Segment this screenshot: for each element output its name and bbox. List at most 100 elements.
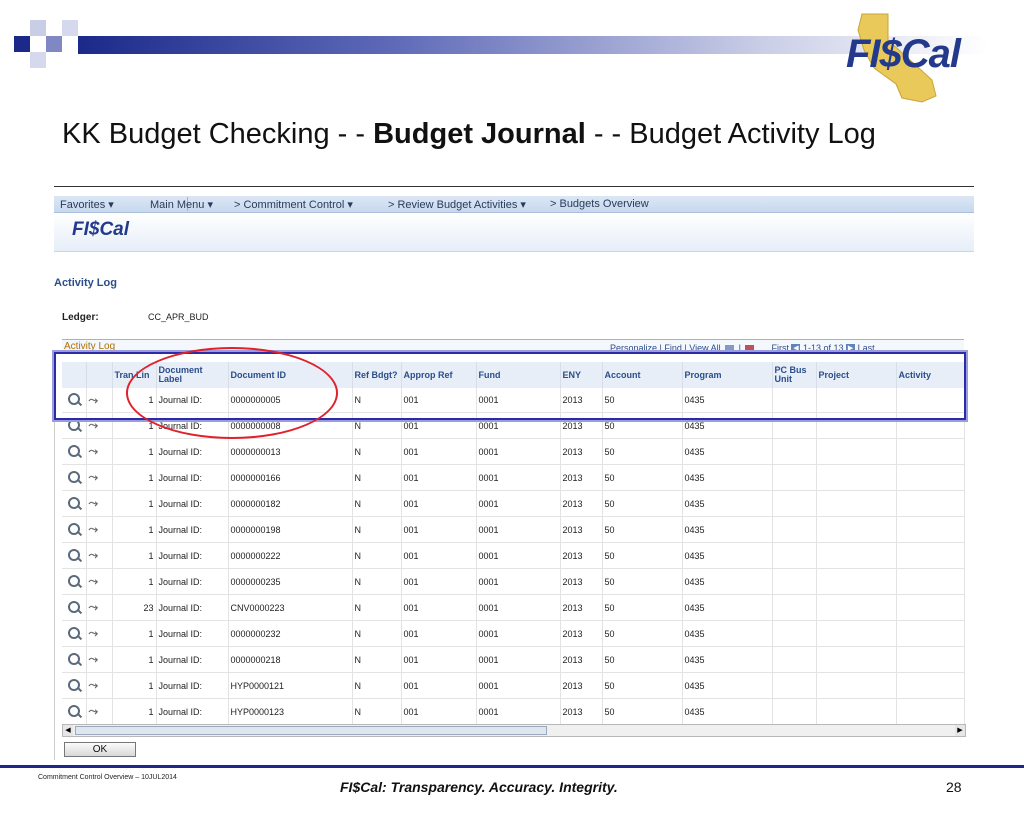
title-bold: Budget Journal	[373, 118, 586, 150]
cell-ref: N	[352, 464, 402, 491]
footer-bar	[0, 765, 1024, 768]
drill-cell: ⤳	[86, 646, 113, 673]
main-menu[interactable]: Main Menu ▾	[150, 198, 213, 211]
drill-icon[interactable]: ⤳	[89, 574, 99, 589]
table-row: ⤳ 1 Journal ID: 0000000198 N 001 0001 2013 50 043…	[62, 516, 965, 543]
drill-icon[interactable]: ⤳	[89, 652, 99, 667]
scroll-right-arrow[interactable]: ▶	[955, 725, 965, 736]
magnifier-icon[interactable]	[68, 704, 80, 717]
scroll-left-arrow[interactable]: ◀	[63, 725, 73, 736]
empty-cell	[896, 620, 965, 647]
drill-icon[interactable]: ⤳	[89, 522, 99, 537]
cell-fund: 0001	[476, 646, 561, 673]
drill-cell: ⤳	[86, 568, 113, 595]
magnifier-icon[interactable]	[68, 444, 80, 457]
cell-fund: 0001	[476, 490, 561, 517]
drill-cell: ⤳	[86, 698, 113, 725]
drill-cell: ⤳	[86, 542, 113, 569]
cell-approp: 001	[401, 594, 477, 621]
magnifier-icon[interactable]	[68, 470, 80, 483]
empty-cell	[896, 568, 965, 595]
cell-line: 1	[112, 646, 157, 673]
cell-program: 0435	[682, 620, 773, 647]
drill-cell: ⤳	[86, 490, 113, 517]
magnifier-icon[interactable]	[68, 418, 80, 431]
cell-approp: 001	[401, 646, 477, 673]
empty-cell	[816, 672, 897, 699]
cell-approp: 001	[401, 438, 477, 465]
cell-label: Journal ID:	[156, 594, 229, 621]
drill-icon[interactable]: ⤳	[89, 470, 99, 485]
empty-cell	[816, 568, 897, 595]
drill-cell: ⤳	[86, 620, 113, 647]
deco-square-6	[62, 36, 78, 52]
cell-fund: 0001	[476, 464, 561, 491]
view-cell	[62, 516, 87, 543]
view-cell	[62, 490, 87, 517]
magnifier-icon[interactable]	[68, 600, 80, 613]
cell-line: 1	[112, 516, 157, 543]
favorites-menu[interactable]: Favorites ▾	[60, 198, 114, 211]
deco-square-4	[62, 20, 78, 36]
drill-icon[interactable]: ⤳	[89, 418, 99, 433]
cell-ref: N	[352, 542, 402, 569]
magnifier-icon[interactable]	[68, 496, 80, 509]
footer-tagline: FI$Cal: Transparency. Accuracy. Integrit…	[340, 779, 618, 795]
empty-cell	[816, 620, 897, 647]
drill-icon[interactable]: ⤳	[89, 496, 99, 511]
cell-account: 50	[602, 438, 683, 465]
cell-eny: 2013	[560, 620, 603, 647]
magnifier-icon[interactable]	[68, 626, 80, 639]
drill-icon[interactable]: ⤳	[89, 626, 99, 641]
view-cell	[62, 464, 87, 491]
cell-account: 50	[602, 464, 683, 491]
scroll-thumb[interactable]	[75, 726, 547, 735]
cell-eny: 2013	[560, 542, 603, 569]
cell-doc-id: 0000000235	[228, 568, 353, 595]
empty-cell	[772, 438, 817, 465]
breadcrumb-budgets-overview[interactable]: > Budgets Overview	[550, 198, 649, 210]
cell-account: 50	[602, 698, 683, 725]
drill-icon[interactable]: ⤳	[89, 600, 99, 615]
empty-cell	[896, 438, 965, 465]
ok-button[interactable]: OK	[64, 742, 136, 757]
cell-fund: 0001	[476, 594, 561, 621]
cell-ref: N	[352, 594, 402, 621]
drill-icon[interactable]: ⤳	[89, 678, 99, 693]
cell-program: 0435	[682, 542, 773, 569]
drill-icon[interactable]: ⤳	[89, 444, 99, 459]
cell-approp: 001	[401, 620, 477, 647]
horizontal-scrollbar[interactable]: ◀ ▶	[62, 724, 966, 737]
breadcrumb-commitment-control[interactable]: > Commitment Control ▾	[234, 198, 353, 211]
title-prefix: KK Budget Checking - -	[62, 118, 374, 150]
cell-program: 0435	[682, 568, 773, 595]
magnifier-icon[interactable]	[68, 548, 80, 561]
magnifier-icon[interactable]	[68, 522, 80, 535]
magnifier-icon[interactable]	[68, 574, 80, 587]
cell-account: 50	[602, 542, 683, 569]
cell-doc-id: 0000000013	[228, 438, 353, 465]
cell-fund: 0001	[476, 698, 561, 725]
empty-cell	[772, 646, 817, 673]
empty-cell	[772, 516, 817, 543]
drill-icon[interactable]: ⤳	[89, 548, 99, 563]
magnifier-icon[interactable]	[68, 652, 80, 665]
ledger-value: CC_APR_BUD	[148, 312, 209, 322]
cell-account: 50	[602, 646, 683, 673]
view-cell	[62, 620, 87, 647]
cell-ref: N	[352, 516, 402, 543]
footer-left-text: Commitment Control Overview – 10JUL2014	[38, 774, 177, 781]
drill-icon[interactable]: ⤳	[89, 704, 99, 719]
breadcrumb-review-budget-activities[interactable]: > Review Budget Activities ▾	[388, 198, 526, 211]
cell-line: 1	[112, 568, 157, 595]
drill-cell: ⤳	[86, 438, 113, 465]
magnifier-icon[interactable]	[68, 678, 80, 691]
table-row: ⤳ 1 Journal ID: 0000000232 N 001 0001 2013 50 043…	[62, 620, 965, 647]
view-cell	[62, 646, 87, 673]
empty-cell	[772, 672, 817, 699]
cell-eny: 2013	[560, 490, 603, 517]
cell-approp: 001	[401, 464, 477, 491]
cell-doc-id: CNV0000223	[228, 594, 353, 621]
cell-doc-id: 0000000166	[228, 464, 353, 491]
cell-line: 1	[112, 672, 157, 699]
